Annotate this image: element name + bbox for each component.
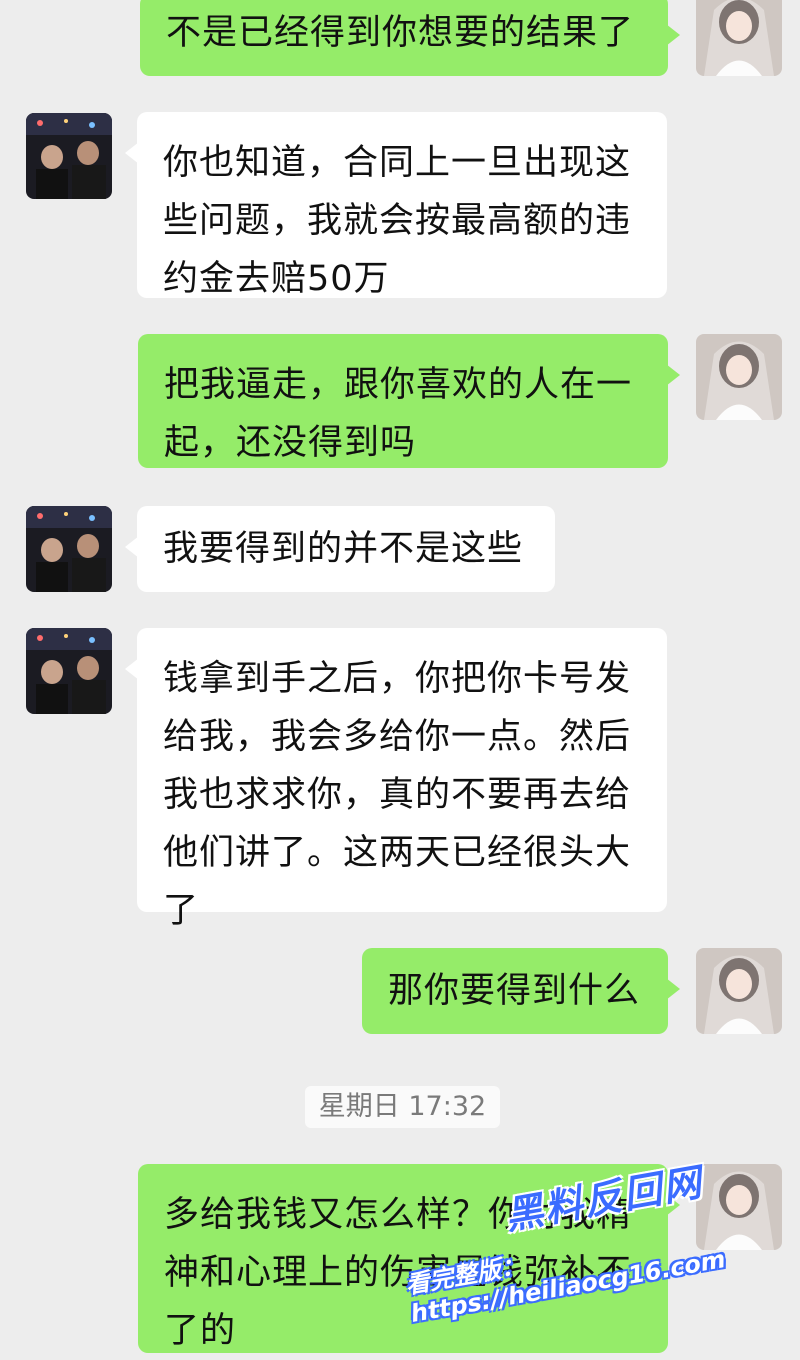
message-bubble-sent[interactable]: 把我逼走，跟你喜欢的人在一 起，还没得到吗 [138,334,680,468]
message-bubble-received[interactable]: 你也知道，合同上一旦出现这 些问题，我就会按最高额的违 约金去赔50万 [125,112,667,299]
other-avatar[interactable] [26,628,112,714]
me-avatar[interactable] [696,334,782,420]
me-avatar[interactable] [696,0,782,76]
message-timestamp: 星期日 17:32 [305,1086,500,1128]
bride-avatar-icon [696,0,782,76]
group-photo-avatar-icon [26,628,112,714]
bride-avatar-icon [696,948,782,1034]
message-bubble-received[interactable]: 钱拿到手之后，你把你卡号发 给我，我会多给你一点。然后 我也求求你，真的不要再去… [125,628,667,931]
group-photo-avatar-icon [26,506,112,592]
message-bubble-received[interactable]: 我要得到的并不是这些 [125,506,555,592]
bride-avatar-icon [696,334,782,420]
other-avatar[interactable] [26,506,112,592]
me-avatar[interactable] [696,948,782,1034]
message-bubble-sent[interactable]: 不是已经得到你想要的结果了 [140,0,680,76]
group-photo-avatar-icon [26,113,112,199]
message-bubble-sent[interactable]: 那你要得到什么 [362,948,680,1034]
other-avatar[interactable] [26,113,112,199]
